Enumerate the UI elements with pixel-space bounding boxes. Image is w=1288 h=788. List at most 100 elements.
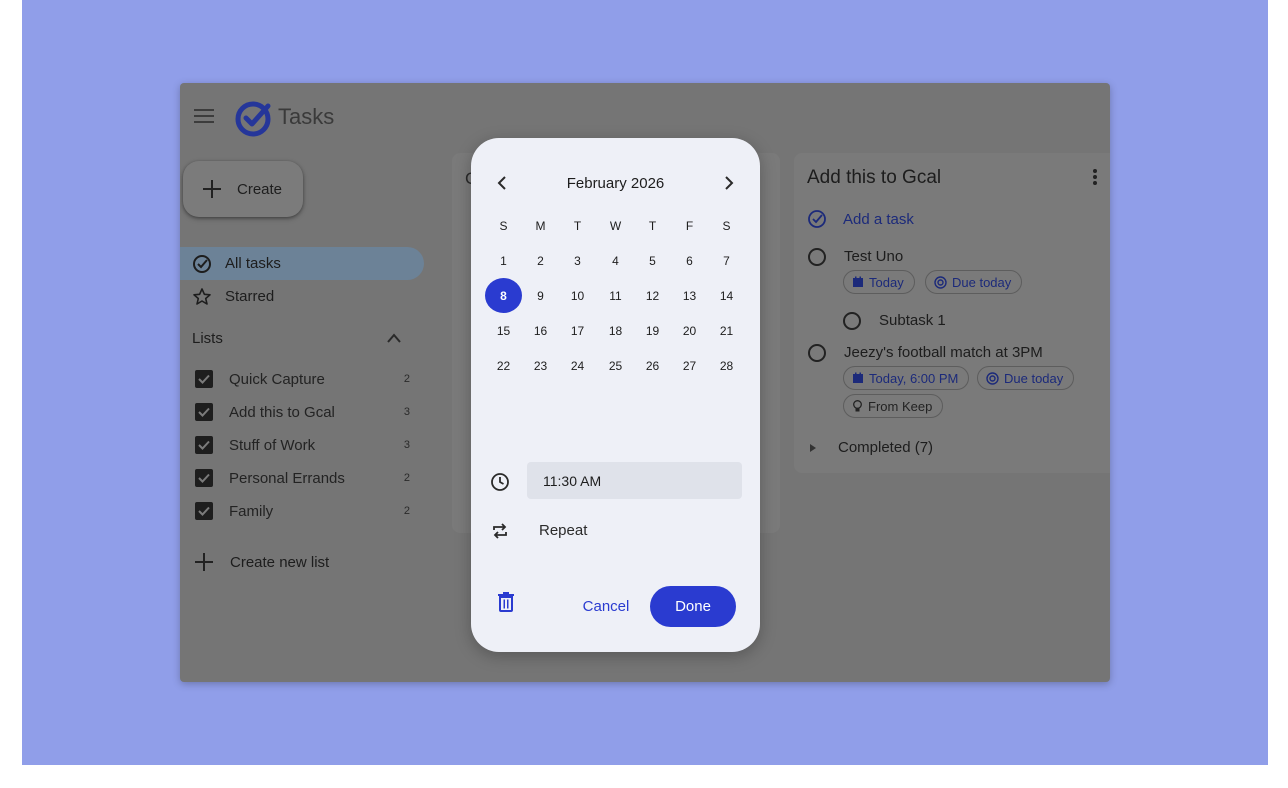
calendar-day[interactable]: 14 <box>708 278 745 313</box>
nav-item-all-tasks[interactable]: All tasks <box>180 247 424 280</box>
calendar-day-selected[interactable]: 8 <box>485 278 522 313</box>
list-item-count: 2 <box>403 373 410 385</box>
calendar-day[interactable]: 12 <box>634 278 671 313</box>
repeat-option[interactable]: Repeat <box>539 522 587 539</box>
calendar-day[interactable]: 2 <box>522 243 559 278</box>
list-item-label: Family <box>229 502 274 520</box>
calendar-icon <box>853 372 863 383</box>
calendar-day[interactable]: 24 <box>559 348 596 383</box>
calendar-day[interactable]: 26 <box>634 348 671 383</box>
list-checkbox[interactable] <box>195 403 213 421</box>
list-item-add-this-to-gcal[interactable]: Add this to Gcal 3 <box>180 397 410 427</box>
calendar-day[interactable]: 13 <box>671 278 708 313</box>
list-item-count: 3 <box>403 439 410 451</box>
list-item-count: 3 <box>403 406 410 418</box>
add-task-label: Add a task <box>843 210 914 228</box>
task-complete-toggle[interactable] <box>808 344 826 362</box>
calendar-day[interactable]: 15 <box>485 313 522 348</box>
create-button-label: Create <box>237 180 283 198</box>
time-input[interactable]: 11:30 AM <box>527 462 742 499</box>
list-checkbox[interactable] <box>195 469 213 487</box>
completed-section-toggle[interactable]: Completed (7) <box>810 439 933 456</box>
create-button[interactable]: Create <box>183 161 303 217</box>
task-title[interactable]: Jeezy's football match at 3PM <box>844 344 1043 361</box>
list-item-family[interactable]: Family 2 <box>180 496 410 526</box>
calendar-day[interactable]: 25 <box>597 348 634 383</box>
weekday-header: T <box>573 218 582 233</box>
calendar-day[interactable]: 21 <box>708 313 745 348</box>
create-new-list-button[interactable]: Create new list <box>180 547 329 577</box>
list-item-label: Add this to Gcal <box>229 403 335 421</box>
list-item-label: Quick Capture <box>229 370 325 388</box>
cancel-button[interactable]: Cancel <box>571 591 641 621</box>
tasks-logo-icon <box>235 101 271 137</box>
right-list-card <box>794 153 1110 473</box>
calendar-day[interactable]: 20 <box>671 313 708 348</box>
calendar-day[interactable]: 9 <box>522 278 559 313</box>
subtask-complete-toggle[interactable] <box>843 312 861 330</box>
task-title[interactable]: Test Uno <box>844 248 903 265</box>
target-icon <box>934 275 947 289</box>
chip-label: Due today <box>952 274 1012 290</box>
calendar-day[interactable]: 1 <box>485 243 522 278</box>
list-title: Add this to Gcal <box>807 167 942 188</box>
calendar-day[interactable]: 11 <box>597 278 634 313</box>
month-label: February 2026 <box>566 175 665 192</box>
delete-icon[interactable] <box>497 592 515 612</box>
add-task-button[interactable]: Add a task <box>807 209 914 229</box>
list-item-quick-capture[interactable]: Quick Capture 2 <box>180 364 410 394</box>
done-button[interactable]: Done <box>650 586 736 627</box>
deadline-chip[interactable]: Due today <box>977 366 1075 390</box>
calendar-day[interactable]: 23 <box>522 348 559 383</box>
calendar-day[interactable]: 6 <box>671 243 708 278</box>
calendar-day[interactable]: 4 <box>597 243 634 278</box>
create-new-list-label: Create new list <box>230 553 330 571</box>
check-circle-icon <box>193 254 211 273</box>
calendar-icon <box>853 276 863 287</box>
calendar-day[interactable]: 28 <box>708 348 745 383</box>
calendar-day[interactable]: 18 <box>597 313 634 348</box>
clock-icon <box>491 473 509 491</box>
nav-item-starred[interactable]: Starred <box>180 280 274 313</box>
plus-icon <box>203 180 221 198</box>
menu-icon[interactable] <box>194 109 214 123</box>
chevron-right-icon[interactable] <box>723 175 735 191</box>
calendar-day[interactable]: 19 <box>634 313 671 348</box>
source-chip[interactable]: From Keep <box>843 394 944 418</box>
list-item-count: 2 <box>403 505 410 517</box>
calendar-day[interactable]: 16 <box>522 313 559 348</box>
list-item-label: Stuff of Work <box>229 436 316 454</box>
date-chip[interactable]: Today, 6:00 PM <box>843 366 970 390</box>
target-icon <box>986 371 999 385</box>
list-item-count: 2 <box>403 472 410 484</box>
calendar-day[interactable]: 22 <box>485 348 522 383</box>
chevron-up-icon[interactable] <box>386 332 402 344</box>
list-item-personal-errands[interactable]: Personal Errands 2 <box>180 463 410 493</box>
weekday-header: S <box>499 218 508 233</box>
deadline-chip[interactable]: Due today <box>925 270 1023 294</box>
weekday-header: S <box>722 218 731 233</box>
calendar-day[interactable]: 7 <box>708 243 745 278</box>
list-item-stuff-of-work[interactable]: Stuff of Work 3 <box>180 430 410 460</box>
weekday-header: T <box>648 218 657 233</box>
completed-label: Completed (7) <box>838 439 934 456</box>
subtask-title[interactable]: Subtask 1 <box>879 312 946 329</box>
calendar-day[interactable]: 17 <box>559 313 596 348</box>
chip-label: From Keep <box>868 398 933 414</box>
list-checkbox[interactable] <box>195 436 213 454</box>
task-complete-toggle[interactable] <box>808 248 826 266</box>
calendar-day[interactable]: 3 <box>559 243 596 278</box>
chip-label: Today <box>869 274 904 290</box>
calendar-day[interactable]: 5 <box>634 243 671 278</box>
date-chip[interactable]: Today <box>843 270 915 294</box>
calendar-day[interactable]: 10 <box>559 278 596 313</box>
chip-label: Today, 6:00 PM <box>869 370 959 386</box>
more-options-icon[interactable] <box>1093 169 1097 185</box>
expand-arrow-icon <box>810 443 816 452</box>
chip-label: Due today <box>1004 370 1064 386</box>
list-checkbox[interactable] <box>195 370 213 388</box>
nav-item-label: Starred <box>225 288 275 305</box>
weekday-header: W <box>609 218 622 233</box>
calendar-day[interactable]: 27 <box>671 348 708 383</box>
list-checkbox[interactable] <box>195 502 213 520</box>
